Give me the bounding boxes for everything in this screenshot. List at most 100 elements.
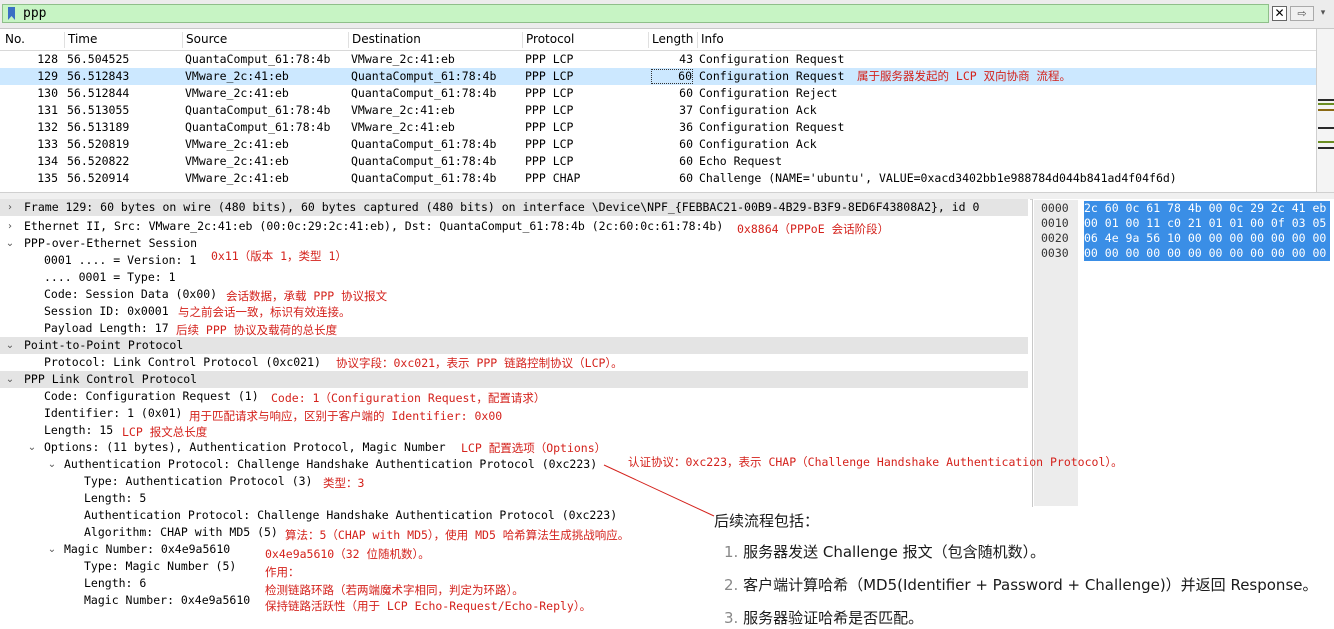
annotation-algorithm: 算法：5（CHAP with MD5），使用 MD5 哈希算法生成挑战响应。	[285, 528, 630, 542]
annotation-auth-type: 类型：3	[323, 476, 365, 490]
packet-cell-no: 132	[37, 120, 58, 134]
tree-item-payload-length[interactable]: Payload Length: 17	[0, 320, 1028, 337]
tree-item-label: Point-to-Point Protocol	[24, 338, 184, 352]
column-header-time[interactable]: Time	[64, 32, 97, 48]
expand-arrow-icon[interactable]: ›	[4, 218, 16, 235]
packet-row[interactable]: 134 56.520822 VMware_2c:41:eb QuantaComput_…	[0, 153, 1316, 170]
collapse-arrow-icon[interactable]: ⌄	[26, 439, 38, 456]
collapse-arrow-icon[interactable]: ⌄	[46, 541, 58, 558]
packet-cell-info: Echo Request	[699, 154, 783, 168]
tree-item-label: Length: 6	[84, 576, 147, 590]
packet-list[interactable]: No. Time Source Destination Protocol Len…	[0, 29, 1316, 192]
tree-item-auth-length[interactable]: Length: 5	[0, 490, 1028, 507]
tree-item-label: Type: Authentication Protocol (3)	[84, 474, 313, 488]
packet-cell-no: 128	[37, 52, 58, 66]
filter-history-dropdown[interactable]: ▾	[1316, 6, 1330, 21]
packet-cell-dst: QuantaComput_61:78:4b	[351, 171, 497, 185]
column-header-destination[interactable]: Destination	[348, 32, 421, 48]
apply-filter-button[interactable]: ⇨	[1290, 6, 1314, 21]
column-header-protocol[interactable]: Protocol	[522, 32, 574, 48]
packet-cell-info: Configuration Request	[699, 120, 845, 134]
tree-item-label: Code: Configuration Request (1)	[44, 389, 259, 403]
minimap-mark	[1318, 141, 1334, 143]
packet-cell-len: 60	[679, 86, 693, 100]
packet-cell-len: 36	[679, 120, 693, 134]
hex-bytes-row[interactable]: 00 01 00 11 c0 21 01 01 00 0f 03 05	[1084, 216, 1331, 231]
hex-offset: 0010	[1041, 216, 1069, 230]
packet-cell-time: 56.513189	[67, 120, 130, 134]
tree-item-label: PPP Link Control Protocol	[24, 372, 198, 386]
packet-list-minimap[interactable]	[1316, 29, 1334, 192]
packet-cell-len: 43	[679, 52, 693, 66]
minimap-mark	[1318, 103, 1334, 105]
packet-cell-src: VMware_2c:41:eb	[185, 69, 289, 83]
packet-cell-no: 133	[37, 137, 58, 151]
packet-cell-len: 60	[679, 137, 693, 151]
packet-row[interactable]: 132 56.513189 QuantaComput_61:78:4b VMware_…	[0, 119, 1316, 136]
packet-row[interactable]: 133 56.520819 VMware_2c:41:eb QuantaComput_…	[0, 136, 1316, 153]
annotation-length: LCP 报文总长度	[122, 425, 208, 439]
packet-row[interactable]: 135 56.520914 VMware_2c:41:eb QuantaComput_…	[0, 170, 1316, 187]
annotation-code: 会话数据，承载 PPP 协议报文	[226, 289, 388, 303]
collapse-arrow-icon[interactable]: ⌄	[46, 456, 58, 473]
tree-item-identifier[interactable]: Identifier: 1 (0x01)	[0, 405, 1028, 422]
column-header-source[interactable]: Source	[182, 32, 227, 48]
packet-cell-no: 134	[37, 154, 58, 168]
packet-cell-no: 129	[37, 69, 58, 83]
packet-row[interactable]: 128 56.504525 QuantaComput_61:78:4b VMware_…	[0, 51, 1316, 68]
tree-item-label: Options: (11 bytes), Authentication Prot…	[44, 440, 446, 454]
packet-cell-src: VMware_2c:41:eb	[185, 154, 289, 168]
packet-row[interactable]: 129 56.512843 VMware_2c:41:eb QuantaComput_…	[0, 68, 1316, 85]
tree-item-session-id[interactable]: Session ID: 0x0001	[0, 303, 1028, 320]
tree-item-auth-type[interactable]: Type: Authentication Protocol (3)	[0, 473, 1028, 490]
tree-item-pppoe[interactable]: ⌄ PPP-over-Ethernet Session	[0, 235, 1028, 252]
packet-cell-dst: VMware_2c:41:eb	[351, 52, 455, 66]
tree-item-label: Magic Number: 0x4e9a5610	[84, 593, 251, 607]
packet-cell-proto: PPP LCP	[525, 52, 574, 66]
tree-item-version[interactable]: 0001 .... = Version: 1	[0, 252, 1028, 269]
packet-cell-time: 56.504525	[67, 52, 130, 66]
clear-filter-button[interactable]: ✕	[1272, 6, 1287, 21]
packet-cell-info: Configuration Request	[699, 69, 845, 83]
column-header-no[interactable]: No.	[2, 32, 25, 48]
annotation-magic-2: 作用：	[265, 565, 300, 579]
collapse-arrow-icon[interactable]: ⌄	[4, 337, 16, 354]
packet-cell-proto: PPP LCP	[525, 120, 574, 134]
annotation-magic-3: 检测链路环路（若两端魔术字相同，判定为环路）。	[265, 583, 524, 597]
collapse-arrow-icon[interactable]: ⌄	[4, 235, 16, 252]
column-header-info[interactable]: Info	[697, 32, 724, 48]
minimap-mark	[1318, 127, 1334, 129]
bookmark-icon[interactable]	[7, 7, 16, 20]
tree-item-ppp[interactable]: ⌄ Point-to-Point Protocol	[0, 337, 1028, 354]
tree-item-type[interactable]: .... 0001 = Type: 1	[0, 269, 1028, 286]
annotation-payload: 后续 PPP 协议及载荷的总长度	[176, 323, 338, 337]
tree-item-label: .... 0001 = Type: 1	[44, 270, 176, 284]
tree-item-label: Identifier: 1 (0x01)	[44, 406, 183, 420]
annotation-identifier: 用于匹配请求与响应，区别于客户端的 Identifier: 0x00	[189, 409, 503, 423]
packet-row[interactable]: 131 56.513055 QuantaComput_61:78:4b VMware_…	[0, 102, 1316, 119]
column-header-length[interactable]: Length	[648, 32, 693, 48]
packet-list-header: No. Time Source Destination Protocol Len…	[0, 29, 1316, 51]
display-filter-input[interactable]: ppp	[2, 4, 1269, 23]
hex-bytes-row[interactable]: 06 4e 9a 56 10 00 00 00 00 00 00 00	[1084, 231, 1331, 246]
expand-arrow-icon[interactable]: ›	[4, 199, 16, 216]
hex-offset: 0000	[1041, 201, 1069, 215]
collapse-arrow-icon[interactable]: ⌄	[4, 371, 16, 388]
packet-cell-no: 131	[37, 103, 58, 117]
tree-item-frame[interactable]: › Frame 129: 60 bytes on wire (480 bits)…	[0, 199, 1028, 216]
hex-bytes-row[interactable]: 00 00 00 00 00 00 00 00 00 00 00 00	[1084, 246, 1331, 261]
callout-item-number: 2.	[724, 576, 739, 594]
packet-cell-proto: PPP LCP	[525, 86, 574, 100]
tree-item-label: Protocol: Link Control Protocol (0xc021)	[44, 355, 321, 369]
packet-cell-time: 56.513055	[67, 103, 130, 117]
tree-item-label: Payload Length: 17	[44, 321, 169, 335]
hex-bytes-row[interactable]: 2c 60 0c 61 78 4b 00 0c 29 2c 41 eb	[1084, 201, 1331, 216]
tree-item-code[interactable]: Code: Session Data (0x00)	[0, 286, 1028, 303]
packet-row[interactable]: 130 56.512844 VMware_2c:41:eb QuantaComput_…	[0, 85, 1316, 102]
packet-cell-src: QuantaComput_61:78:4b	[185, 103, 331, 117]
tree-item-lcp[interactable]: ⌄ PPP Link Control Protocol	[0, 371, 1028, 388]
packet-cell-dst: VMware_2c:41:eb	[351, 120, 455, 134]
tree-item-label: Algorithm: CHAP with MD5 (5)	[84, 525, 278, 539]
tree-item-label: Authentication Protocol: Challenge Hands…	[84, 508, 618, 522]
packet-cell-proto: PPP LCP	[525, 154, 574, 168]
